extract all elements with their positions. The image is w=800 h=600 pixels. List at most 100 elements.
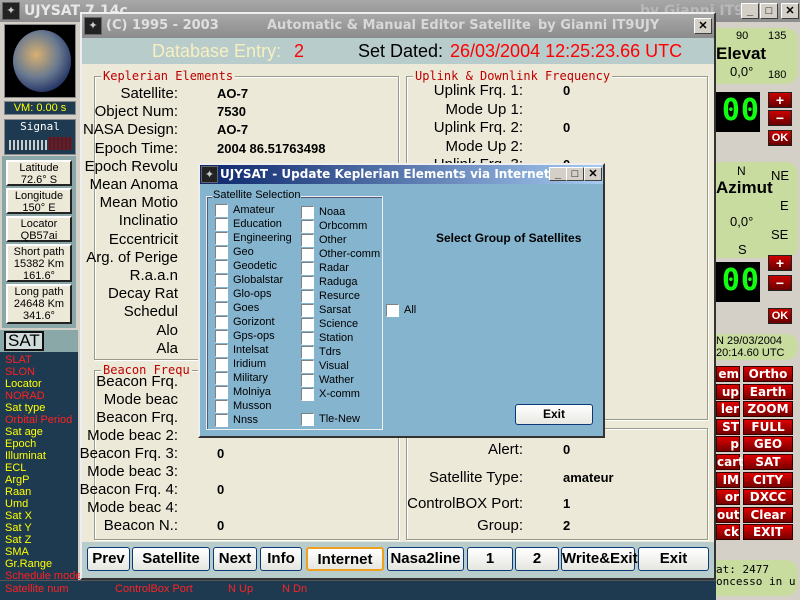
checkbox-resurce[interactable]: Resurce xyxy=(301,290,391,304)
elevation-minus-button[interactable]: − xyxy=(768,110,792,126)
tool-button-em[interactable]: em xyxy=(716,366,740,382)
button-write-exit[interactable]: Write&Exit xyxy=(561,547,638,571)
checkbox-icon[interactable] xyxy=(215,344,228,357)
checkbox-icon[interactable] xyxy=(215,246,228,259)
checkbox-x-comm[interactable]: X-comm xyxy=(301,388,391,402)
checkbox-icon[interactable] xyxy=(215,260,228,273)
checkbox-education[interactable]: Education xyxy=(215,218,305,232)
button-internet[interactable]: Internet xyxy=(306,547,384,571)
checkbox-visual[interactable]: Visual xyxy=(301,360,391,374)
checkbox-icon[interactable] xyxy=(301,346,314,359)
button-prev[interactable]: Prev xyxy=(87,547,130,571)
checkbox-globalstar[interactable]: Globalstar xyxy=(215,274,305,288)
dialog-exit-button[interactable]: Exit xyxy=(515,404,593,425)
checkbox-icon[interactable] xyxy=(301,248,314,261)
checkbox-icon[interactable] xyxy=(215,372,228,385)
tool-button-geo[interactable]: GEO xyxy=(743,436,793,453)
checkbox-musson[interactable]: Musson xyxy=(215,400,305,414)
tool-button-exit[interactable]: EXIT xyxy=(743,524,793,541)
checkbox-icon[interactable] xyxy=(215,274,228,287)
checkbox-icon[interactable] xyxy=(301,234,314,247)
checkbox-icon[interactable] xyxy=(215,316,228,329)
tool-button-full[interactable]: FULL xyxy=(743,418,793,435)
checkbox-all[interactable]: All xyxy=(386,304,476,318)
checkbox-icon[interactable] xyxy=(301,290,314,303)
checkbox-icon[interactable] xyxy=(215,400,228,413)
dialog-maximize-button[interactable]: □ xyxy=(566,167,584,181)
checkbox-icon[interactable] xyxy=(301,374,314,387)
maximize-button[interactable]: □ xyxy=(760,3,778,19)
checkbox-geo[interactable]: Geo xyxy=(215,246,305,260)
tool-button-ler[interactable]: ler xyxy=(716,401,740,418)
tool-button-earth[interactable]: Earth xyxy=(743,383,793,400)
checkbox-wather[interactable]: Wather xyxy=(301,374,391,388)
button-2[interactable]: 2 xyxy=(515,547,559,571)
elevation-plus-button[interactable]: + xyxy=(768,92,792,108)
azimuth-ok-button[interactable]: OK xyxy=(768,308,792,324)
checkbox-goes[interactable]: Goes xyxy=(215,302,305,316)
checkbox-icon[interactable] xyxy=(301,318,314,331)
tool-button-dxcc[interactable]: DXCC xyxy=(743,489,793,506)
checkbox-icon[interactable] xyxy=(215,288,228,301)
button-exit[interactable]: Exit xyxy=(638,547,709,571)
close-button[interactable]: ✕ xyxy=(781,3,799,19)
checkbox-icon[interactable] xyxy=(301,220,314,233)
tool-button-st[interactable]: ST xyxy=(716,418,740,435)
checkbox-tdrs[interactable]: Tdrs xyxy=(301,346,391,360)
checkbox-other[interactable]: Other xyxy=(301,234,391,248)
checkbox-icon[interactable] xyxy=(215,204,228,217)
tool-button-or[interactable]: or xyxy=(716,489,740,506)
tool-button-sat[interactable]: SAT xyxy=(743,454,793,470)
checkbox-icon[interactable] xyxy=(301,388,314,401)
sat-tab[interactable]: SAT xyxy=(4,331,44,351)
tool-button-clear[interactable]: Clear xyxy=(743,506,793,523)
tool-button-ck[interactable]: ck xyxy=(716,524,740,541)
checkbox-icon[interactable] xyxy=(215,386,228,399)
button-satellite[interactable]: Satellite xyxy=(132,547,210,571)
tool-button-ortho[interactable]: Ortho xyxy=(743,366,793,382)
checkbox-molniya[interactable]: Molniya xyxy=(215,386,305,400)
button-info[interactable]: Info xyxy=(260,547,302,571)
checkbox-amateur[interactable]: Amateur xyxy=(215,204,305,218)
editor-close-button[interactable]: ✕ xyxy=(694,18,712,34)
checkbox-icon[interactable] xyxy=(215,218,228,231)
checkbox-icon[interactable] xyxy=(301,262,314,275)
checkbox-tle-new[interactable]: Tle-New xyxy=(301,413,391,427)
checkbox-gorizont[interactable]: Gorizont xyxy=(215,316,305,330)
dialog-close-button[interactable]: ✕ xyxy=(584,167,602,181)
tool-button-im[interactable]: IM xyxy=(716,471,740,488)
azimuth-minus-button[interactable]: − xyxy=(768,275,792,291)
checkbox-geodetic[interactable]: Geodetic xyxy=(215,260,305,274)
button-next[interactable]: Next xyxy=(213,547,257,571)
checkbox-icon[interactable] xyxy=(301,332,314,345)
elevation-ok-button[interactable]: OK xyxy=(768,130,792,146)
checkbox-icon[interactable] xyxy=(301,276,314,289)
checkbox-glo-ops[interactable]: Glo-ops xyxy=(215,288,305,302)
tool-button-cart[interactable]: cart xyxy=(716,454,744,470)
tool-button-p[interactable]: p xyxy=(716,436,740,453)
checkbox-icon[interactable] xyxy=(215,232,228,245)
checkbox-station[interactable]: Station xyxy=(301,332,391,346)
azimuth-plus-button[interactable]: + xyxy=(768,255,792,271)
checkbox-gps-ops[interactable]: Gps-ops xyxy=(215,330,305,344)
button-1[interactable]: 1 xyxy=(467,547,513,571)
checkbox-icon[interactable] xyxy=(215,414,228,427)
checkbox-science[interactable]: Science xyxy=(301,318,391,332)
checkbox-icon[interactable] xyxy=(301,206,314,219)
checkbox-intelsat[interactable]: Intelsat xyxy=(215,344,305,358)
button-nasa2line[interactable]: Nasa2line xyxy=(387,547,464,571)
tool-button-out[interactable]: out xyxy=(716,506,740,523)
checkbox-icon[interactable] xyxy=(301,413,314,426)
dialog-minimize-button[interactable]: _ xyxy=(549,167,567,181)
checkbox-other-comm[interactable]: Other-comm xyxy=(301,248,391,262)
checkbox-icon[interactable] xyxy=(215,358,228,371)
checkbox-raduga[interactable]: Raduga xyxy=(301,276,391,290)
checkbox-noaa[interactable]: Noaa xyxy=(301,206,391,220)
checkbox-icon[interactable] xyxy=(215,330,228,343)
checkbox-radar[interactable]: Radar xyxy=(301,262,391,276)
checkbox-icon[interactable] xyxy=(301,304,314,317)
checkbox-engineering[interactable]: Engineering xyxy=(215,232,305,246)
checkbox-orbcomm[interactable]: Orbcomm xyxy=(301,220,391,234)
checkbox-military[interactable]: Military xyxy=(215,372,305,386)
checkbox-icon[interactable] xyxy=(386,304,399,317)
